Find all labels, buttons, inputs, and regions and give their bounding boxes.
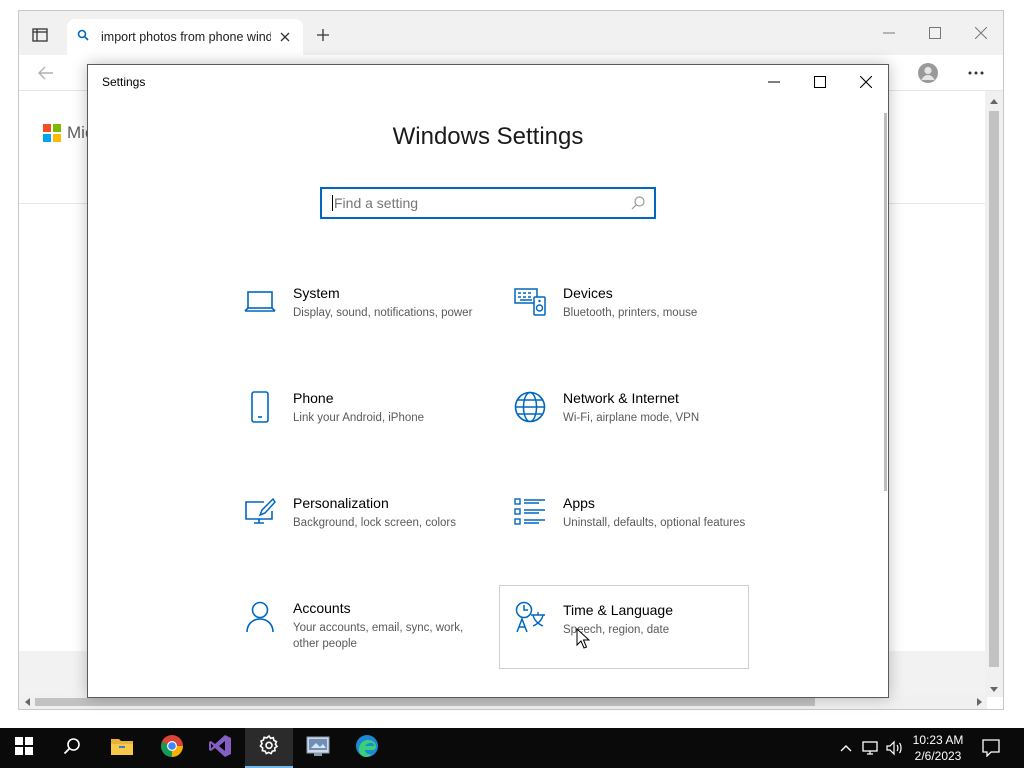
settings-close-icon[interactable] — [844, 69, 888, 95]
action-center-icon[interactable] — [982, 739, 1000, 757]
category-description: Uninstall, defaults, optional features — [563, 517, 746, 529]
time-language-icon — [513, 600, 547, 634]
clock-time: 10:23 AM — [912, 733, 964, 747]
settings-search-input[interactable] — [334, 195, 630, 211]
control-panel-icon — [306, 735, 330, 762]
volume-icon[interactable] — [885, 739, 903, 757]
category-system[interactable]: System Display, sound, notifications, po… — [243, 285, 493, 369]
mouse-cursor-icon — [576, 627, 591, 650]
browser-maximize-icon[interactable] — [923, 23, 947, 43]
more-options-icon[interactable] — [963, 61, 989, 85]
settings-search-box[interactable] — [320, 187, 656, 219]
settings-titlebar[interactable]: Settings — [88, 65, 888, 99]
apps-list-icon — [513, 495, 547, 529]
visual-studio-icon — [208, 734, 232, 763]
settings-heading: Windows Settings — [392, 123, 584, 150]
category-personalization[interactable]: Personalization Background, lock screen,… — [243, 495, 493, 579]
tab-title: import photos from phone windows — [101, 30, 271, 44]
browser-close-icon[interactable] — [969, 23, 993, 43]
taskbar-clock[interactable]: 10:23 AM 2/6/2023 — [902, 732, 974, 764]
new-tab-icon[interactable] — [313, 25, 333, 45]
scroll-down-icon[interactable] — [989, 683, 999, 695]
settings-scrollbar[interactable] — [884, 113, 887, 491]
category-phone[interactable]: Phone Link your Android, iPhone — [243, 390, 493, 474]
tab-close-icon[interactable] — [277, 29, 293, 45]
keyboard-speaker-icon — [513, 285, 547, 319]
start-icon — [15, 736, 33, 760]
tab-search-icon — [77, 28, 89, 46]
taskbar-edge[interactable] — [343, 728, 391, 768]
profile-icon[interactable] — [915, 61, 941, 85]
scroll-up-icon[interactable] — [989, 95, 999, 107]
category-description: Background, lock screen, colors — [293, 517, 456, 529]
taskbar-visual-studio[interactable] — [196, 728, 244, 768]
scroll-right-icon[interactable] — [973, 696, 985, 708]
settings-maximize-icon[interactable] — [798, 69, 842, 95]
category-name: Devices — [563, 285, 613, 301]
browser-tab[interactable]: import photos from phone windows — [67, 19, 303, 55]
category-description: Wi-Fi, airplane mode, VPN — [563, 412, 700, 424]
edge-icon — [355, 734, 379, 763]
category-description: Link your Android, iPhone — [293, 412, 425, 424]
search-icon — [63, 737, 81, 760]
category-description: Speech, region, date — [563, 624, 670, 636]
category-accounts[interactable]: Accounts Your accounts, email, sync, wor… — [243, 600, 493, 684]
text-caret — [332, 195, 333, 211]
settings-minimize-icon[interactable] — [752, 69, 796, 95]
person-icon — [243, 600, 277, 634]
file-explorer-icon — [110, 736, 134, 761]
category-description: Bluetooth, printers, mouse — [563, 307, 698, 319]
vertical-scroll-thumb[interactable] — [989, 111, 999, 667]
back-icon[interactable] — [33, 61, 59, 85]
taskbar-settings[interactable] — [245, 728, 293, 768]
category-name: Phone — [293, 390, 334, 406]
category-description: Display, sound, notifications, power — [293, 307, 473, 319]
tray-show-hidden-icon[interactable] — [837, 739, 855, 757]
category-devices[interactable]: Devices Bluetooth, printers, mouse — [513, 285, 763, 369]
search-icon[interactable] — [630, 195, 646, 211]
network-icon[interactable] — [862, 739, 880, 757]
globe-icon — [513, 390, 547, 424]
horizontal-scroll-thumb[interactable] — [35, 698, 815, 706]
category-name: Personalization — [293, 495, 389, 511]
category-name: Time & Language — [563, 602, 673, 618]
category-name: Network & Internet — [563, 390, 679, 406]
clock-date: 2/6/2023 — [914, 749, 962, 763]
phone-icon — [243, 390, 277, 424]
category-apps[interactable]: Apps Uninstall, defaults, optional featu… — [513, 495, 763, 579]
start-button[interactable] — [0, 728, 48, 768]
tab-actions-icon[interactable] — [29, 25, 51, 45]
settings-gear-icon — [258, 734, 280, 761]
paint-monitor-icon — [243, 495, 277, 529]
taskbar-control-panel[interactable] — [294, 728, 342, 768]
category-network-internet[interactable]: Network & Internet Wi-Fi, airplane mode,… — [513, 390, 763, 474]
microsoft-logo-icon — [43, 124, 61, 142]
scroll-left-icon[interactable] — [21, 696, 33, 708]
browser-tab-bar: import photos from phone windows — [19, 11, 1003, 55]
category-name: System — [293, 285, 340, 301]
chrome-icon — [160, 734, 184, 763]
taskbar-file-explorer[interactable] — [98, 728, 146, 768]
category-description: Your accounts, email, sync, work, other … — [293, 622, 464, 650]
browser-minimize-icon[interactable] — [877, 23, 901, 43]
settings-window-title: Settings — [102, 75, 146, 89]
taskbar: 10:23 AM 2/6/2023 — [0, 728, 1024, 768]
laptop-icon — [243, 285, 277, 319]
category-name: Apps — [563, 495, 595, 511]
category-time-language[interactable]: Time & Language Speech, region, date — [499, 585, 749, 669]
settings-window: Settings Windows Settings System Display… — [87, 64, 889, 698]
taskbar-search-button[interactable] — [48, 728, 96, 768]
category-name: Accounts — [293, 600, 351, 616]
browser-vertical-scrollbar[interactable] — [985, 91, 1003, 697]
taskbar-chrome[interactable] — [148, 728, 196, 768]
